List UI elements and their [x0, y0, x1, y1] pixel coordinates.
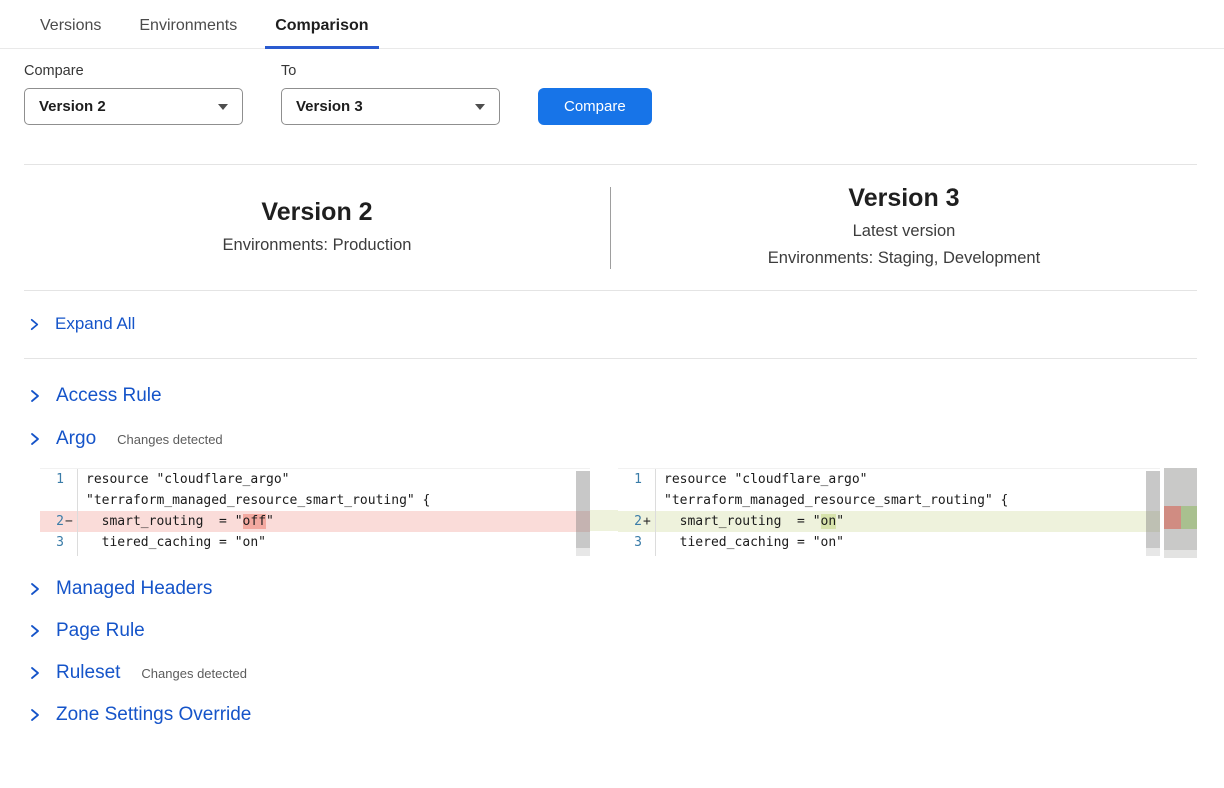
- section-label: Ruleset: [56, 662, 120, 684]
- code-text: "terraform_managed_resource_smart_routin…: [656, 490, 1008, 511]
- minimap-added-marker: [1181, 506, 1197, 529]
- line-gutter: 3: [618, 532, 656, 553]
- version-right-subtitle: Latest version: [853, 218, 956, 245]
- code-text: }: [656, 553, 672, 556]
- changes-detected-badge: Changes detected: [117, 432, 223, 447]
- diff-minimap: [1164, 468, 1197, 558]
- code-line: 3 tiered_caching = "on": [618, 532, 1160, 553]
- version-right-title: Version 3: [848, 184, 959, 213]
- version-right-header: Version 3 Latest version Environments: S…: [611, 184, 1197, 272]
- section-access-rule[interactable]: Access Rule: [27, 382, 1224, 410]
- sections-bottom: Managed Headers Page Rule Ruleset Changes d…: [0, 575, 1224, 729]
- divider: [24, 290, 1197, 291]
- tab-comparison[interactable]: Comparison: [275, 17, 368, 48]
- code-text: smart_routing = "on": [656, 511, 844, 532]
- minimap-removed-marker: [1164, 506, 1181, 529]
- diff-connector: [590, 510, 618, 531]
- code-text: tiered_caching = "on": [656, 532, 844, 553]
- line-gutter: 3: [40, 532, 78, 553]
- scrollbar-track[interactable]: [1146, 548, 1160, 556]
- version-headers: Version 2 Environments: Production Versi…: [0, 165, 1224, 290]
- compare-to-field: To Version 3: [281, 63, 500, 125]
- scrollbar-track[interactable]: [576, 548, 590, 556]
- code-text: resource "cloudflare_argo": [78, 469, 290, 490]
- code-line: 2− smart_routing = "off": [40, 511, 590, 532]
- chevron-right-icon: [27, 388, 43, 404]
- to-label: To: [281, 63, 500, 79]
- section-label: Argo: [56, 428, 96, 450]
- compare-label: Compare: [24, 63, 243, 79]
- section-label: Page Rule: [56, 620, 145, 642]
- code-text: "terraform_managed_resource_smart_routin…: [78, 490, 430, 511]
- changes-detected-badge: Changes detected: [141, 666, 247, 681]
- section-ruleset[interactable]: Ruleset Changes detected: [27, 659, 1224, 687]
- compare-from-value: Version 2: [39, 98, 106, 115]
- compare-to-value: Version 3: [296, 98, 363, 115]
- section-zone-settings-override[interactable]: Zone Settings Override: [27, 701, 1224, 729]
- line-gutter: 1: [40, 469, 78, 490]
- line-gutter: 2+: [618, 511, 656, 532]
- chevron-right-icon: [27, 665, 43, 681]
- line-gutter: [40, 490, 78, 511]
- expand-all-label: Expand All: [55, 314, 135, 334]
- chevron-right-icon: [27, 707, 43, 723]
- line-gutter: [618, 553, 656, 556]
- version-left-title: Version 2: [261, 198, 372, 227]
- version-left-header: Version 2 Environments: Production: [24, 184, 610, 272]
- code-text: }: [78, 553, 94, 556]
- expand-all[interactable]: Expand All: [27, 311, 1224, 337]
- code-line: }: [40, 553, 590, 556]
- minimap-track-end: [1164, 550, 1197, 558]
- scrollbar-thumb[interactable]: [576, 471, 590, 548]
- section-label: Managed Headers: [56, 578, 212, 600]
- chevron-right-icon: [27, 431, 43, 447]
- compare-form: Compare Version 2 To Version 3 Compare: [24, 63, 1224, 125]
- diff-pane-right: 1resource "cloudflare_argo""terraform_ma…: [618, 468, 1160, 556]
- tabs-bar: Versions Environments Comparison: [0, 0, 1224, 49]
- compare-to-select[interactable]: Version 3: [281, 88, 500, 125]
- tab-environments[interactable]: Environments: [139, 17, 237, 48]
- scrollbar-thumb[interactable]: [1146, 471, 1160, 548]
- section-argo[interactable]: Argo Changes detected: [27, 425, 1224, 453]
- compare-from-select[interactable]: Version 2: [24, 88, 243, 125]
- code-text: resource "cloudflare_argo": [656, 469, 868, 490]
- code-text: smart_routing = "off": [78, 511, 274, 532]
- line-gutter: [618, 490, 656, 511]
- line-gutter: 2−: [40, 511, 78, 532]
- version-right-environments: Environments: Staging, Development: [768, 245, 1040, 272]
- compare-from-field: Compare Version 2: [24, 63, 243, 125]
- tab-versions[interactable]: Versions: [40, 17, 101, 48]
- code-line: 3 tiered_caching = "on": [40, 532, 590, 553]
- chevron-right-icon: [27, 623, 43, 639]
- caret-down-icon: [475, 104, 485, 110]
- divider: [24, 358, 1197, 359]
- chevron-right-icon: [27, 581, 43, 597]
- code-line: "terraform_managed_resource_smart_routin…: [618, 490, 1160, 511]
- sections-top: Access Rule Argo Changes detected: [0, 382, 1224, 453]
- version-left-environments: Environments: Production: [223, 232, 412, 259]
- code-line: 1resource "cloudflare_argo": [618, 469, 1160, 490]
- code-line: 2+ smart_routing = "on": [618, 511, 1160, 532]
- code-line: }: [618, 553, 1160, 556]
- section-label: Zone Settings Override: [56, 704, 251, 726]
- code-line: "terraform_managed_resource_smart_routin…: [40, 490, 590, 511]
- line-gutter: 1: [618, 469, 656, 490]
- diff-pane-left: 1resource "cloudflare_argo""terraform_ma…: [40, 468, 590, 556]
- diff-view: 1resource "cloudflare_argo""terraform_ma…: [40, 468, 1224, 558]
- code-text: tiered_caching = "on": [78, 532, 266, 553]
- compare-button[interactable]: Compare: [538, 88, 652, 125]
- section-page-rule[interactable]: Page Rule: [27, 617, 1224, 645]
- caret-down-icon: [218, 104, 228, 110]
- line-gutter: [40, 553, 78, 556]
- section-label: Access Rule: [56, 385, 162, 407]
- section-managed-headers[interactable]: Managed Headers: [27, 575, 1224, 603]
- code-line: 1resource "cloudflare_argo": [40, 469, 590, 490]
- chevron-right-icon: [27, 317, 42, 332]
